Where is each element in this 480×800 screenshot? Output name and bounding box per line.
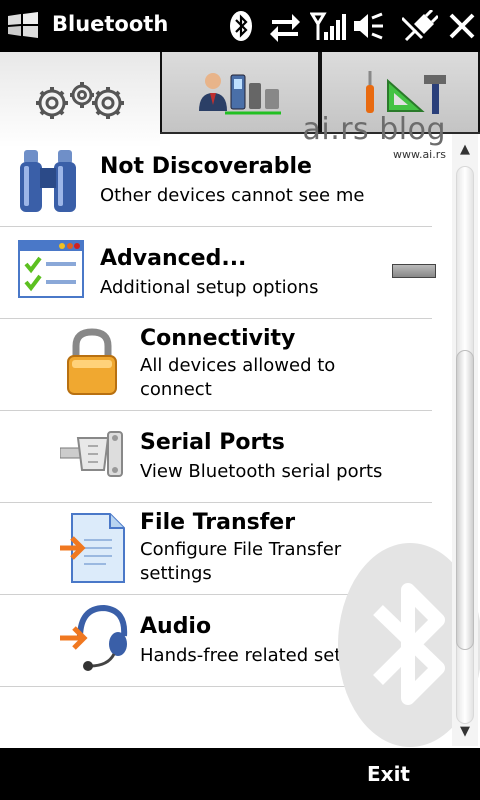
item-title: Audio [140, 614, 212, 639]
list-item-connectivity[interactable]: Connectivity All devices allowed to conn… [0, 318, 432, 411]
title-bar: Bluetooth [0, 0, 480, 52]
lock-icon [67, 328, 117, 395]
scroll-up-icon[interactable]: ▲ [452, 140, 478, 160]
close-icon[interactable] [448, 10, 476, 42]
data-sync-icon[interactable] [268, 10, 302, 42]
signal-strength-icon[interactable] [310, 10, 346, 42]
item-title: Connectivity [140, 326, 296, 351]
window-title: Bluetooth [52, 12, 169, 36]
item-subtitle: Additional setup options [100, 277, 319, 298]
item-subtitle: Other devices cannot see me [100, 185, 365, 206]
tools-icon [366, 71, 446, 114]
item-subtitle: All devices allowed to connect [140, 355, 336, 400]
list-item-advanced[interactable]: Advanced... Additional setup options [0, 226, 432, 319]
scroll-down-icon[interactable]: ▼ [452, 722, 478, 742]
binoculars-icon [20, 150, 76, 212]
tab-devices[interactable] [160, 52, 320, 132]
advanced-indicator [392, 264, 436, 278]
speaker-icon[interactable] [352, 10, 384, 42]
headset-icon [60, 604, 128, 671]
tab-gears[interactable] [0, 52, 160, 148]
file-transfer-icon [60, 513, 125, 583]
softkey-bar: Exit [0, 748, 480, 800]
exit-button[interactable]: Exit [367, 762, 410, 786]
watermark-url: www.ai.rs [392, 148, 446, 161]
gears-icon [36, 82, 124, 119]
scroll-thumb[interactable] [456, 350, 474, 650]
power-connected-icon[interactable] [402, 10, 438, 42]
bluetooth-icon[interactable] [228, 10, 254, 42]
item-title: File Transfer [140, 510, 296, 535]
item-title: Not Discoverable [100, 154, 312, 179]
watermark-title: ai.rs blog [302, 112, 446, 147]
serial-port-icon [60, 431, 123, 477]
list-item-serial-ports[interactable]: Serial Ports View Bluetooth serial ports [0, 410, 432, 503]
item-title: Serial Ports [140, 430, 285, 455]
item-subtitle: View Bluetooth serial ports [140, 461, 383, 482]
item-title: Advanced... [100, 246, 247, 271]
scrollbar[interactable]: ▲ ▼ [452, 134, 478, 746]
person-devices-icon [199, 73, 281, 115]
checklist-icon [18, 240, 84, 298]
start-menu-icon[interactable] [6, 10, 40, 40]
